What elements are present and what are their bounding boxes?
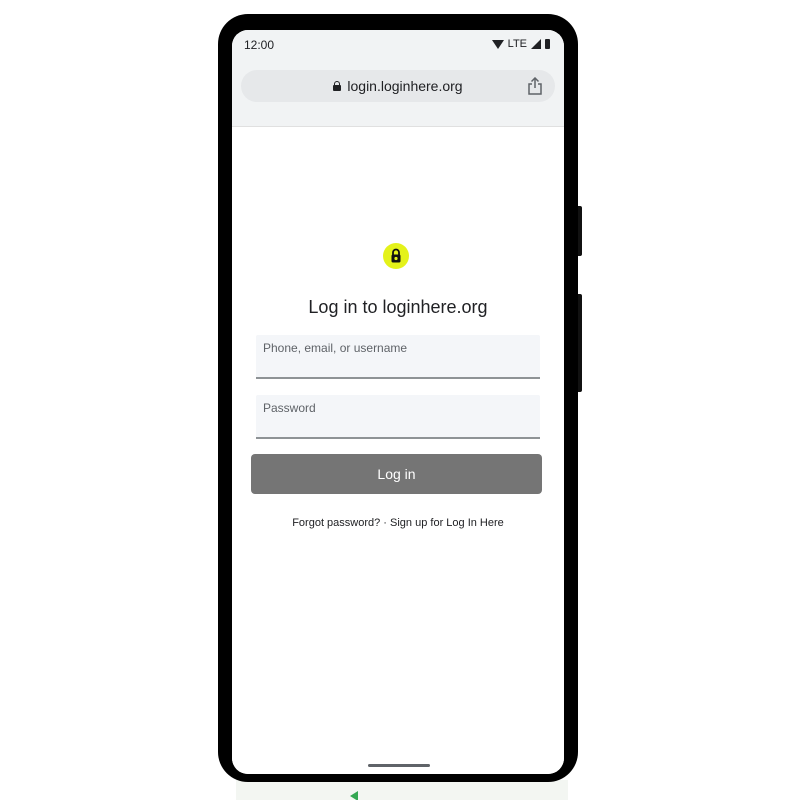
power-button [578, 206, 582, 256]
lock-icon [391, 248, 401, 263]
page-content: Log in to loginhere.org Phone, email, or… [232, 127, 564, 774]
back-arrow-icon [350, 791, 358, 800]
password-placeholder: Password [263, 401, 316, 415]
phone-frame: 12:00 LTE login.loginhere.org Log in to … [218, 14, 578, 782]
forgot-password-link[interactable]: Forgot password? [292, 517, 380, 529]
battery-icon [545, 39, 550, 49]
volume-button [578, 294, 582, 392]
address-bar[interactable]: login.loginhere.org [241, 70, 555, 102]
bottom-strip [236, 780, 568, 800]
signal-icon [531, 39, 541, 49]
status-time: 12:00 [244, 38, 275, 52]
wifi-icon [491, 39, 504, 49]
password-field[interactable]: Password [256, 395, 540, 439]
lock-icon[interactable] [333, 81, 342, 91]
status-bar: 12:00 LTE [232, 30, 564, 60]
share-icon[interactable] [527, 77, 543, 95]
signup-link[interactable]: Sign up for Log In Here [390, 517, 504, 529]
login-button[interactable]: Log in [251, 454, 542, 494]
home-indicator[interactable] [368, 764, 430, 767]
logo-lock-icon [383, 243, 409, 269]
page-title: Log in to loginhere.org [308, 297, 488, 317]
phone-screen: 12:00 LTE login.loginhere.org Log in to … [232, 30, 564, 774]
username-placeholder: Phone, email, or username [263, 341, 408, 355]
username-field[interactable]: Phone, email, or username [256, 335, 540, 379]
stage: 12:00 LTE login.loginhere.org Log in to … [0, 0, 800, 800]
browser-toolbar: login.loginhere.org [232, 60, 564, 127]
address-bar-content: login.loginhere.org [241, 70, 555, 102]
url-text[interactable]: login.loginhere.org [347, 78, 462, 94]
link-separator: · [380, 517, 391, 529]
network-label: LTE [507, 38, 527, 50]
status-icons: LTE [491, 37, 550, 51]
footer-links: Forgot password? · Sign up for Log In He… [232, 517, 564, 529]
